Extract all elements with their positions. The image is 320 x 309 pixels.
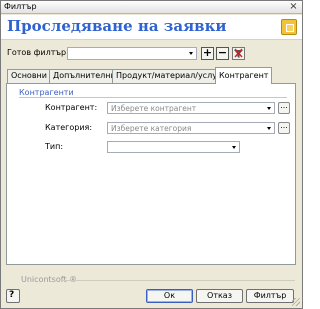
contragent-combo[interactable]: Изберете контрагент [107,102,275,114]
window-title: Филтър [4,2,37,11]
footer-divider [63,280,295,281]
category-placeholder: Изберете категория [111,124,192,133]
ready-filter-combo[interactable] [67,47,197,60]
close-icon[interactable]: × [288,2,299,12]
clear-filter-icon [234,48,243,58]
help-button[interactable] [6,289,20,303]
filter-dialog: Филтър × Проследяване на заявки Готов фи… [0,0,303,309]
browse-contragent-button[interactable]: ... [278,102,290,114]
tab-basic[interactable]: Основни [7,69,51,83]
dialog-app-icon [281,19,297,35]
ok-button[interactable]: Ок [146,289,193,303]
filter-button[interactable]: Филтър [246,289,294,303]
category-combo[interactable]: Изберете категория [107,122,275,134]
browse-category-button[interactable]: ... [278,122,290,134]
dialog-header-title: Проследяване на заявки [7,17,227,35]
add-filter-button[interactable]: + [201,47,214,60]
title-bar[interactable]: Филтър × [1,1,302,14]
contragent-placeholder: Изберете контрагент [111,104,197,113]
clear-filter-button[interactable] [232,47,245,60]
tab-contragent[interactable]: Контрагент [215,67,273,84]
contragent-label: Контрагент: [45,103,98,112]
resize-grip[interactable] [292,298,300,306]
type-combo[interactable] [107,141,240,153]
chevron-down-icon[interactable] [189,52,193,55]
dialog-header: Проследяване на заявки [1,15,302,40]
chevron-down-icon[interactable] [267,107,271,110]
tab-product[interactable]: Продукт/материал/услуга [112,69,231,83]
type-label: Тип: [45,142,64,151]
group-title: Контрагенти [19,88,74,97]
category-label: Категория: [45,123,93,132]
tab-additional[interactable]: Допълнителни [49,69,120,83]
chevron-down-icon[interactable] [232,146,236,149]
ready-filter-label: Готов филтър: [7,48,69,57]
remove-filter-button[interactable]: − [216,47,229,60]
chevron-down-icon[interactable] [267,127,271,130]
cancel-button[interactable]: Отказ [196,289,243,303]
group-divider [19,97,287,98]
